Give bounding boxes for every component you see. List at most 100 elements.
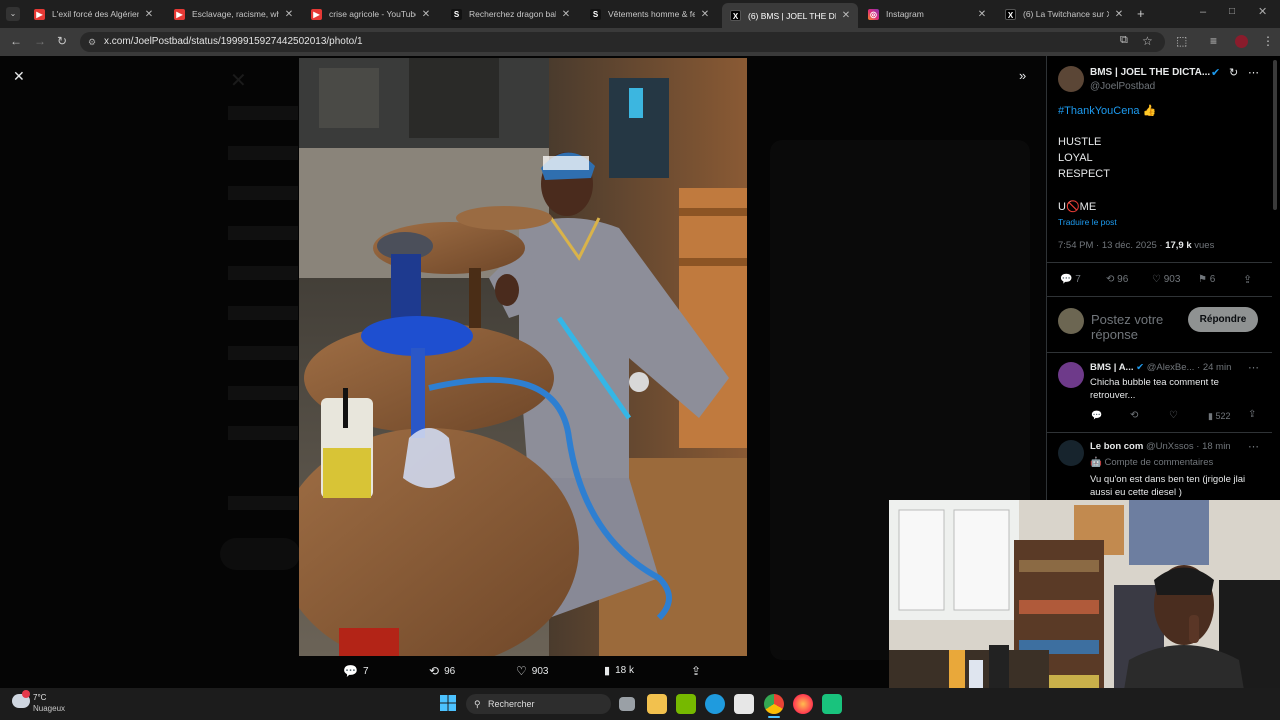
share-icon[interactable]: ⇪	[1243, 273, 1252, 286]
weather-temp[interactable]: 7°C	[33, 693, 46, 702]
address-bar[interactable]: ⚙ x.com/JoelPostbad/status/1999915927442…	[80, 32, 1165, 52]
browser-tab[interactable]: ▶ Esclavage, racisme, white ✕	[166, 4, 301, 24]
ucme-prefix: U	[1058, 201, 1066, 213]
expand-panel-icon[interactable]: »	[1019, 68, 1026, 83]
reply-views[interactable]: ▮ 522	[1208, 411, 1231, 422]
media-icon[interactable]: ≡	[1210, 34, 1217, 48]
search-icon: ⚲	[474, 699, 481, 709]
nvidia-icon[interactable]	[676, 694, 696, 714]
post-time: 7:54 PM · 13 déc. 2025 ·	[1058, 240, 1166, 251]
like-action[interactable]: ♡ 903	[1152, 274, 1180, 285]
browser-tab[interactable]: S Vêtements homme & fem ✕	[582, 4, 717, 24]
verified-badge-icon: ✔	[1211, 67, 1221, 79]
chrome-icon[interactable]	[764, 694, 784, 714]
extensions-icon[interactable]: ⬚	[1176, 34, 1187, 48]
reply-repost-icon[interactable]: ⟲	[1130, 410, 1138, 421]
taskbar	[0, 688, 1280, 720]
more-options-icon[interactable]: ⋯	[1248, 440, 1259, 453]
back-icon[interactable]: ←	[10, 34, 22, 48]
tab-search-icon[interactable]: ⌄	[6, 7, 20, 21]
photo-replies-count: 7	[362, 665, 369, 677]
windows-start-icon[interactable]	[439, 694, 459, 714]
reply-input[interactable]: Postez votre réponse	[1091, 312, 1181, 342]
task-view-icon[interactable]	[619, 697, 635, 711]
weather-label[interactable]: Nuageux	[33, 704, 65, 713]
reply-avatar[interactable]	[1058, 362, 1084, 388]
s-icon: S	[590, 8, 601, 20]
close-tab-icon[interactable]: ✕	[976, 9, 988, 20]
reply-header: BMS | A... ✔ @AlexBe... · 24 min	[1090, 362, 1231, 373]
menu-icon[interactable]: ⋮	[1262, 34, 1274, 48]
close-tab-icon[interactable]: ✕	[840, 10, 852, 21]
translate-link[interactable]: Traduire le post	[1058, 217, 1117, 227]
browser-tab[interactable]: X (6) BMS | JOEL THE DICTA ✕	[722, 3, 858, 28]
edge-icon[interactable]	[705, 694, 725, 714]
post-line-4: U🚫ME	[1058, 200, 1096, 213]
maximize-button[interactable]: □	[1229, 6, 1235, 17]
share-icon[interactable]: ⇪	[691, 664, 701, 678]
webcam-illustration	[889, 500, 1280, 720]
youtube-icon: ▶	[311, 8, 322, 20]
tab-label: Recherchez dragon ball |	[469, 9, 556, 19]
app-green-icon[interactable]	[822, 694, 842, 714]
photo-views-action[interactable]: ▮ 18 k	[604, 664, 634, 677]
tab-label: L'exil forcé des Algériens	[52, 9, 139, 19]
post-photo[interactable]	[299, 58, 747, 656]
reload-icon[interactable]: ↻	[57, 34, 67, 48]
close-tab-icon[interactable]: ✕	[420, 9, 432, 20]
reply-header: Le bon com @UnXssos · 18 min	[1090, 441, 1231, 452]
profile-avatar[interactable]	[1235, 35, 1248, 48]
close-photo-button[interactable]: ✕	[13, 68, 25, 85]
close-tab-icon[interactable]: ✕	[283, 9, 295, 20]
likes-count: 903	[1163, 274, 1181, 285]
browser-tab[interactable]: ◎ Instagram ✕	[860, 4, 994, 24]
subscribe-icon[interactable]: ↻	[1229, 66, 1238, 79]
close-window-button[interactable]: ✕	[1258, 5, 1267, 18]
author-handle[interactable]: @JoelPostbad	[1090, 81, 1155, 92]
browser-tab[interactable]: ▶ L'exil forcé des Algériens ✕	[26, 4, 161, 24]
close-tab-icon[interactable]: ✕	[143, 9, 155, 20]
close-tab-icon[interactable]: ✕	[699, 9, 711, 20]
site-info-icon[interactable]: ⚙	[88, 32, 96, 52]
panel-scrollbar[interactable]	[1273, 60, 1277, 210]
reply-author-name[interactable]: BMS | A...	[1090, 362, 1133, 373]
bookmark-action[interactable]: ⚑ 6	[1198, 274, 1215, 285]
close-tab-icon[interactable]: ✕	[1113, 9, 1125, 20]
taskbar-search[interactable]: ⚲ Rechercher	[466, 694, 611, 714]
reply-share-icon[interactable]: ⇪	[1248, 409, 1256, 420]
reply-author-handle[interactable]: @AlexBe...	[1147, 362, 1195, 373]
new-tab-button[interactable]: +	[1137, 6, 1145, 21]
user-avatar	[1058, 308, 1084, 334]
forward-icon[interactable]: →	[34, 34, 46, 48]
photo-reply-action[interactable]: 💬 7	[343, 664, 369, 678]
minimize-button[interactable]: –	[1200, 6, 1206, 18]
reply-author-handle[interactable]: @UnXssos	[1146, 441, 1194, 452]
file-explorer-icon[interactable]	[647, 694, 667, 714]
youtube-icon: ▶	[34, 8, 45, 20]
author-avatar[interactable]	[1058, 66, 1084, 92]
browser-tab[interactable]: X (6) La Twitchance sur X : ✕	[997, 4, 1131, 24]
reply-avatar[interactable]	[1058, 440, 1084, 466]
photo-like-action[interactable]: ♡ 903	[516, 664, 548, 678]
browser-tab[interactable]: S Recherchez dragon ball | ✕	[443, 4, 578, 24]
firefox-icon[interactable]	[793, 694, 813, 714]
verified-badge-icon: ✔	[1136, 362, 1145, 373]
browser-tab[interactable]: ▶ crise agricole - YouTube ✕	[303, 4, 438, 24]
reply-reply-icon[interactable]: 💬	[1091, 410, 1102, 421]
author-name[interactable]: BMS | JOEL THE DICTA...	[1090, 67, 1210, 78]
more-options-icon[interactable]: ⋯	[1248, 361, 1259, 374]
close-tab-icon[interactable]: ✕	[560, 9, 572, 20]
reply-button[interactable]: Répondre	[1188, 307, 1258, 332]
search-label: Rechercher	[488, 699, 535, 709]
install-app-icon[interactable]: ⧉	[1120, 34, 1128, 47]
store-icon[interactable]	[734, 694, 754, 714]
photo-repost-action[interactable]: ⟲ 96	[429, 664, 455, 678]
replies-count: 7	[1075, 274, 1081, 285]
reply-like-icon[interactable]: ♡	[1169, 410, 1178, 421]
reply-author-name[interactable]: Le bon com	[1090, 441, 1143, 452]
post-hashtag[interactable]: #ThankYouCena 👍	[1058, 104, 1156, 117]
reply-action[interactable]: 💬 7	[1060, 274, 1081, 285]
more-options-icon[interactable]: ⋯	[1248, 66, 1259, 79]
bookmark-star-icon[interactable]: ☆	[1142, 34, 1153, 48]
repost-action[interactable]: ⟲ 96	[1106, 274, 1128, 285]
